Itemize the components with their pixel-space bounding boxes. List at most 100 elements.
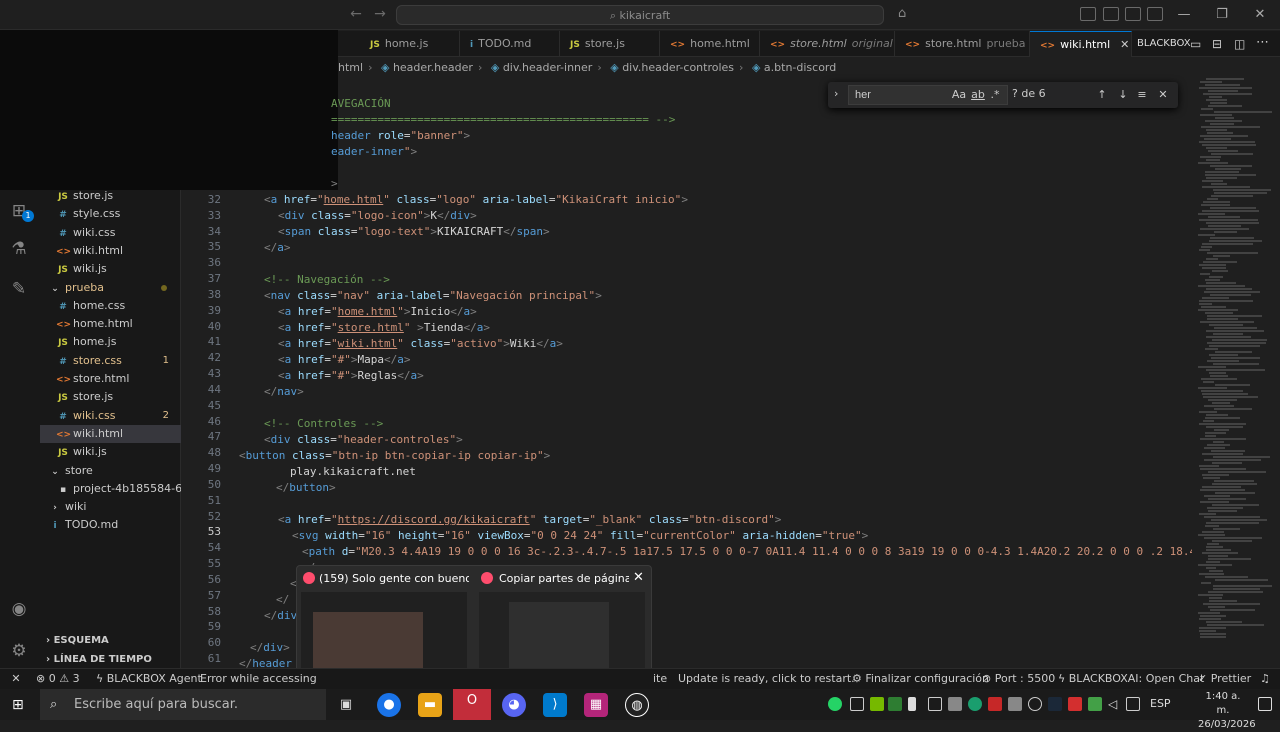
tray-icon[interactable] bbox=[1028, 697, 1042, 711]
tray-icon[interactable] bbox=[850, 697, 864, 711]
sidebar-item[interactable]: <> home.html bbox=[40, 315, 181, 333]
account-icon[interactable]: ◉ bbox=[8, 598, 30, 620]
problems-indicator[interactable]: ⊗ 0 ⚠ 3 bbox=[36, 669, 80, 689]
match-case-button[interactable]: Aa bbox=[950, 86, 968, 104]
sidebar-item[interactable]: JS wiki.js bbox=[40, 443, 181, 461]
preview-title-2[interactable]: Copiar partes de página -... bbox=[499, 572, 629, 585]
minimap[interactable] bbox=[1192, 78, 1272, 668]
breadcrumb-item[interactable]: div.header-controles bbox=[622, 61, 734, 74]
steam-tray-icon[interactable] bbox=[1048, 697, 1062, 711]
tray-icon[interactable] bbox=[968, 697, 982, 711]
steam-icon[interactable]: ◍ bbox=[625, 693, 649, 717]
sidebar-item[interactable]: › wiki bbox=[40, 498, 181, 516]
tab-home-html[interactable]: <> home.html bbox=[660, 31, 760, 57]
app-icon[interactable]: ▦ bbox=[584, 693, 608, 717]
outline-section[interactable]: › ESQUEMA bbox=[40, 632, 181, 650]
sidebar-item[interactable]: # style.css bbox=[40, 205, 181, 223]
regex-button[interactable]: .* bbox=[986, 86, 1004, 104]
file-explorer-icon[interactable]: ▬ bbox=[418, 693, 442, 717]
preview-thumbnail-2[interactable] bbox=[479, 592, 645, 680]
sidebar-item[interactable]: # home.css bbox=[40, 297, 181, 315]
sidebar-item[interactable]: # wiki.css bbox=[40, 224, 181, 242]
chrome-icon[interactable]: ● bbox=[377, 693, 401, 717]
preview-title-1[interactable]: (159) Solo gente con buenos gu... bbox=[319, 572, 469, 585]
opera-gx-icon[interactable]: O bbox=[453, 689, 491, 720]
sidebar-item[interactable]: JS home.js bbox=[40, 333, 181, 351]
chevron-right-icon[interactable]: › bbox=[834, 87, 838, 100]
timeline-section[interactable]: › LÍNEA DE TIEMPO bbox=[40, 651, 181, 669]
finalize-config[interactable]: ⚙ Finalizar configuración bbox=[852, 669, 989, 689]
sidebar-item[interactable]: JS store.js bbox=[40, 388, 181, 406]
prettier[interactable]: ✓ Prettier bbox=[1198, 669, 1251, 689]
update-notice[interactable]: Update is ready, click to restart. bbox=[678, 669, 855, 689]
whole-word-button[interactable]: ab bbox=[969, 86, 987, 104]
close-tab-icon[interactable]: ✕ bbox=[1120, 38, 1129, 51]
discord-icon[interactable]: ◕ bbox=[502, 693, 526, 717]
sidebar-item[interactable]: i TODO.md bbox=[40, 516, 181, 534]
previous-match-icon[interactable]: ↑ bbox=[1093, 86, 1111, 104]
blackbox-label[interactable]: BLACKBOX bbox=[1137, 31, 1191, 57]
sidebar-item[interactable]: # store.css 1 bbox=[40, 352, 181, 370]
tab-todo-md[interactable]: i TODO.md bbox=[460, 31, 560, 57]
usb-tray-icon[interactable] bbox=[908, 697, 916, 711]
gear-icon[interactable]: ⚙ bbox=[8, 640, 30, 662]
breadcrumb-item[interactable]: header.header bbox=[393, 61, 473, 74]
toggle-secondary-sidebar-icon[interactable] bbox=[1147, 7, 1163, 21]
notification-center-icon[interactable] bbox=[1258, 697, 1272, 711]
error-message[interactable]: Error while accessing bbox=[200, 669, 317, 689]
sidebar-item[interactable]: <> wiki.html bbox=[40, 424, 181, 443]
close-find-icon[interactable]: ✕ bbox=[1154, 86, 1172, 104]
windows-start-icon[interactable]: ⊞ bbox=[12, 697, 28, 713]
status-site[interactable]: ite bbox=[653, 669, 667, 689]
nav-back-button[interactable]: ← bbox=[346, 6, 366, 24]
whatsapp-tray-icon[interactable] bbox=[828, 697, 842, 711]
command-center[interactable]: ⌕ kikaicraft bbox=[396, 5, 884, 25]
tab-wiki-html[interactable]: <> wiki.html ✕ bbox=[1030, 31, 1132, 57]
breadcrumb-item[interactable]: div.header-inner bbox=[503, 61, 593, 74]
open-preview-icon[interactable]: ▭ bbox=[1190, 37, 1201, 51]
tray-icon[interactable] bbox=[888, 697, 902, 711]
compare-icon[interactable]: ⊟ bbox=[1212, 37, 1222, 51]
tray-icon[interactable] bbox=[928, 697, 942, 711]
find-in-selection-icon[interactable]: ≡ bbox=[1133, 86, 1151, 104]
split-editor-icon[interactable]: ◫ bbox=[1234, 37, 1245, 51]
tray-icon[interactable] bbox=[1008, 697, 1022, 711]
breadcrumb-item[interactable]: html bbox=[338, 61, 363, 74]
maximize-button[interactable]: ❐ bbox=[1203, 0, 1241, 30]
minimize-button[interactable]: — bbox=[1165, 0, 1203, 30]
toggle-sidebar-icon[interactable] bbox=[1103, 7, 1119, 21]
sidebar-item[interactable]: ⌄ prueba bbox=[40, 279, 181, 297]
tray-icon[interactable] bbox=[988, 697, 1002, 711]
network-icon[interactable] bbox=[1126, 697, 1140, 711]
copilot-icon[interactable]: ⌂ bbox=[898, 6, 906, 21]
sidebar-item[interactable]: <> store.html bbox=[40, 370, 181, 388]
tab-home-js[interactable]: JS home.js bbox=[360, 31, 460, 57]
blackbox-open-chat[interactable]: ϟ BLACKBOXAI: Open Chat bbox=[1058, 669, 1204, 689]
sidebar-item[interactable]: ▪ project-4b185584-63... bbox=[40, 480, 181, 498]
more-actions-icon[interactable]: ⋯ bbox=[1256, 35, 1269, 50]
clock[interactable]: 1:40 a. m. 26/03/2026 bbox=[1198, 690, 1256, 732]
tray-icon[interactable] bbox=[1068, 697, 1082, 711]
volume-icon[interactable]: ◁ bbox=[1108, 697, 1122, 711]
sidebar-item[interactable]: JS store.js bbox=[40, 187, 181, 205]
toggle-panel-icon[interactable] bbox=[1125, 7, 1141, 21]
close-preview-icon[interactable]: ✕ bbox=[633, 570, 644, 585]
vscode-icon[interactable]: ⟩ bbox=[543, 693, 567, 717]
blackbox-agent[interactable]: ϟ BLACKBOX Agent bbox=[96, 669, 202, 689]
tray-icon[interactable] bbox=[948, 697, 962, 711]
language-indicator[interactable]: ESP bbox=[1150, 697, 1171, 710]
tray-icon[interactable] bbox=[1088, 697, 1102, 711]
sidebar-item[interactable]: # wiki.css 2 bbox=[40, 407, 181, 425]
remote-icon[interactable]: ✕ bbox=[0, 669, 32, 689]
sidebar-item[interactable]: ⌄ store bbox=[40, 462, 181, 480]
next-match-icon[interactable]: ↓ bbox=[1114, 86, 1132, 104]
taskbar-search[interactable]: ⌕ Escribe aquí para buscar. bbox=[40, 689, 326, 720]
customize-layout-icon[interactable] bbox=[1080, 7, 1096, 21]
sidebar-item[interactable]: JS wiki.js bbox=[40, 260, 181, 278]
sidebar-item[interactable]: <> wiki.html bbox=[40, 242, 181, 260]
task-view-icon[interactable]: ▣ bbox=[334, 693, 358, 717]
tab-store-html-original[interactable]: <> store.html original bbox=[760, 31, 895, 57]
tab-store-js[interactable]: JS store.js bbox=[560, 31, 660, 57]
close-window-button[interactable]: ✕ bbox=[1241, 0, 1279, 30]
tab-store-html-prueba[interactable]: <> store.html prueba bbox=[895, 31, 1030, 57]
